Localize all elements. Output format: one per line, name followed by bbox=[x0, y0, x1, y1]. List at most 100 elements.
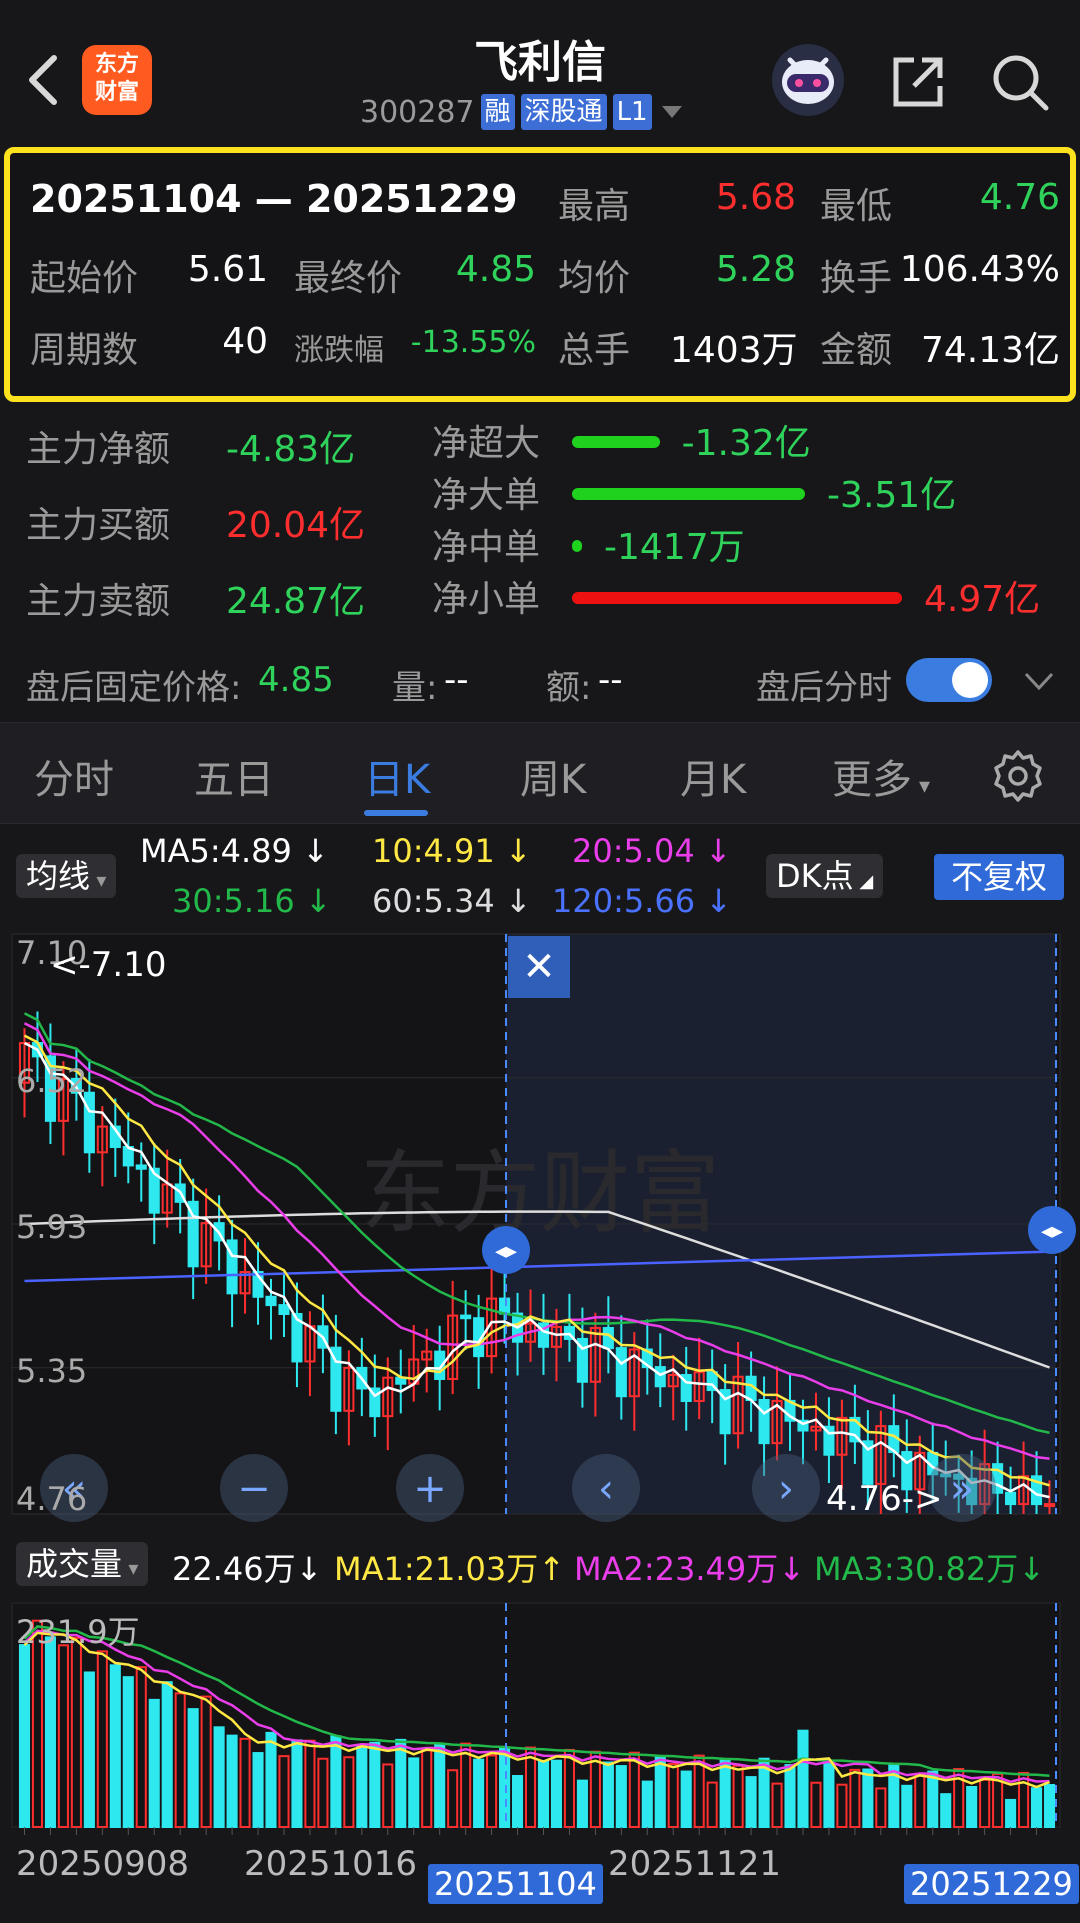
volume-bar bbox=[966, 1786, 978, 1828]
interval-summary-panel: 20251104 — 20251229 最高 5.68 最低 4.76 起始价 … bbox=[4, 147, 1076, 402]
flow-xl-bar bbox=[572, 436, 660, 448]
eastmoney-logo[interactable]: 东方 财富 bbox=[82, 45, 152, 115]
scroll-left-icon: ‹ bbox=[598, 1466, 614, 1512]
volume-bar bbox=[654, 1755, 666, 1829]
robot-assistant-icon[interactable] bbox=[770, 42, 846, 118]
flow-l-value: -3.51亿 bbox=[827, 475, 957, 516]
flow-s-bar bbox=[572, 592, 902, 604]
ma30-value: 30:5.16 ↓ bbox=[172, 882, 332, 920]
ma10-value: 10:4.91 ↓ bbox=[372, 832, 532, 870]
summary-row-1: 20251104 — 20251229 最高 5.68 最低 4.76 bbox=[10, 177, 1070, 237]
flow-xl-value: -1.32亿 bbox=[681, 423, 811, 464]
open-value: 5.61 bbox=[187, 249, 268, 290]
main-sell-label: 主力卖额 bbox=[26, 581, 171, 622]
caret-down-icon: ▾ bbox=[912, 774, 931, 799]
volume-current: 22.46万↓ bbox=[172, 1550, 323, 1588]
volume-bar bbox=[602, 1761, 614, 1828]
tab-intraday[interactable]: 分时 bbox=[34, 747, 114, 805]
volume-selector-label: 成交量 bbox=[26, 1545, 123, 1583]
share-icon[interactable] bbox=[888, 52, 948, 112]
tab-monthly-k[interactable]: 月K bbox=[680, 747, 746, 805]
amount-label: 金额 bbox=[820, 330, 893, 371]
volume-bar bbox=[940, 1793, 952, 1828]
search-icon[interactable] bbox=[990, 52, 1050, 112]
flow-l-label: 净大单 bbox=[432, 475, 541, 516]
after-hours-vol-label: 量: bbox=[392, 668, 438, 708]
volume-bar bbox=[434, 1744, 446, 1828]
flow-m-bar bbox=[572, 540, 582, 552]
volume-bar bbox=[369, 1741, 381, 1828]
candle-body bbox=[135, 1164, 147, 1170]
after-hours-toggle[interactable] bbox=[906, 658, 992, 702]
tag-level: L1 bbox=[612, 94, 652, 130]
volume-bar bbox=[745, 1776, 757, 1829]
caret-down-icon: ▾ bbox=[90, 868, 107, 892]
chevron-down-icon[interactable] bbox=[1022, 664, 1056, 698]
avg-label: 均价 bbox=[558, 258, 631, 299]
volume-bar bbox=[148, 1698, 160, 1828]
after-hours-amt: -- bbox=[598, 660, 623, 700]
candle-body bbox=[499, 1297, 511, 1315]
change-label: 涨跌幅 bbox=[294, 333, 384, 368]
main-buy-label: 主力买额 bbox=[26, 505, 171, 546]
gear-icon[interactable] bbox=[990, 748, 1046, 804]
flow-l-bar bbox=[572, 488, 806, 500]
flow-s-label: 净小单 bbox=[432, 579, 541, 620]
volume-bar bbox=[252, 1752, 264, 1828]
volume-bar bbox=[576, 1779, 588, 1829]
turnover-value: 106.43% bbox=[899, 249, 1060, 290]
ma-selector[interactable]: 均线 ▾ bbox=[16, 854, 117, 898]
volume-bar bbox=[901, 1784, 913, 1828]
date-range: 20251104 — 20251229 bbox=[30, 177, 518, 221]
kline-chart[interactable]: 东方财富✕◂▸◂▸« − + ‹ › »7.106.525.935.354.76<-7.1… bbox=[0, 924, 1080, 1534]
close-label: 最终价 bbox=[294, 258, 403, 299]
summary-row-3: 周期数 40 涨跌幅 -13.55% 总手 1403万 金额 74.13亿 bbox=[10, 321, 1070, 381]
tab-weekly-k[interactable]: 周K bbox=[520, 747, 586, 805]
active-tab-indicator bbox=[364, 810, 428, 816]
tab-more-label: 更多 bbox=[832, 757, 912, 803]
stock-title: 飞利信 bbox=[474, 37, 606, 88]
ma-selector-label: 均线 bbox=[26, 857, 91, 895]
main-net-value: -4.83亿 bbox=[226, 429, 356, 470]
close-icon: ✕ bbox=[522, 944, 556, 990]
min-price-marker: 4.76-> bbox=[826, 1479, 942, 1519]
high-label: 最高 bbox=[558, 186, 631, 227]
turnover-label: 换手 bbox=[820, 258, 893, 299]
tab-five-day[interactable]: 五日 bbox=[194, 747, 274, 805]
volume-header: 成交量 ▾ 22.46万↓ MA1:21.03万↑ MA2:23.49万↓ MA… bbox=[0, 1540, 1080, 1592]
volume-bar bbox=[784, 1764, 796, 1829]
dk-point-button[interactable]: DK点 ◢ bbox=[766, 854, 884, 898]
tab-daily-k[interactable]: 日K bbox=[364, 747, 430, 805]
volume-bar bbox=[537, 1760, 550, 1828]
stock-subline: 300287 融 深股通 L1 bbox=[360, 92, 682, 132]
candle-body bbox=[615, 1347, 627, 1398]
periods-label: 周期数 bbox=[30, 330, 139, 371]
back-arrow-icon[interactable] bbox=[22, 50, 62, 110]
tab-more[interactable]: 更多 ▾ bbox=[832, 747, 930, 805]
low-label: 最低 bbox=[820, 186, 893, 227]
candle-body bbox=[1043, 1503, 1056, 1508]
summary-row-2: 起始价 5.61 最终价 4.85 均价 5.28 换手 106.43% bbox=[10, 249, 1070, 309]
chevron-down-icon[interactable] bbox=[661, 106, 682, 118]
tag-margin: 融 bbox=[480, 94, 515, 130]
price-tick-label: 6.52 bbox=[16, 1062, 87, 1100]
open-label: 起始价 bbox=[30, 258, 139, 299]
stock-code: 300287 bbox=[360, 94, 475, 130]
volume-bar bbox=[226, 1734, 238, 1829]
price-tick-label: 5.93 bbox=[16, 1208, 87, 1246]
low-value: 4.76 bbox=[979, 177, 1060, 218]
volume-bar bbox=[927, 1770, 939, 1829]
candle-body bbox=[654, 1366, 666, 1388]
volume-bar bbox=[1043, 1784, 1056, 1828]
change-value: -13.55% bbox=[410, 325, 536, 360]
scroll-right-icon: › bbox=[778, 1466, 794, 1512]
volume-selector[interactable]: 成交量 ▾ bbox=[16, 1542, 149, 1586]
ma5-value: MA5:4.89 ↓ bbox=[140, 832, 329, 870]
no-adjust-button[interactable]: 不复权 bbox=[934, 854, 1064, 900]
logo-text-1: 东方 bbox=[94, 52, 139, 77]
main-buy-value: 20.04亿 bbox=[226, 505, 366, 546]
candle-body bbox=[460, 1314, 472, 1320]
volume-bar bbox=[395, 1738, 407, 1829]
volume-ma2: MA2:23.49万↓ bbox=[574, 1550, 806, 1588]
high-value: 5.68 bbox=[715, 177, 796, 218]
